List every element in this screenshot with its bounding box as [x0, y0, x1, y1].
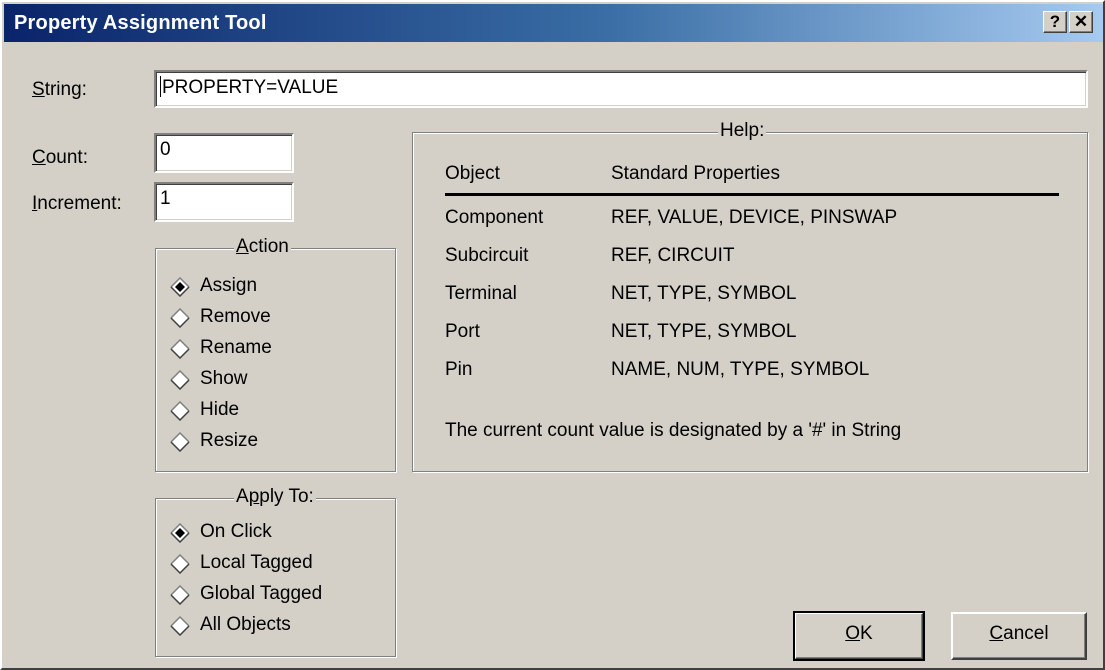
radio-unselected-icon	[170, 553, 190, 575]
help-object-cell: Terminal	[445, 283, 517, 304]
help-properties-cell: NET, TYPE, SYMBOL	[611, 321, 797, 342]
radio-label: Rename	[200, 337, 272, 358]
close-button[interactable]: ✕	[1069, 11, 1093, 33]
text-caret	[160, 76, 161, 97]
radio-label: Hide	[200, 399, 240, 420]
help-header-object: Object	[445, 163, 500, 184]
help-properties-cell: NET, TYPE, SYMBOL	[611, 283, 797, 304]
help-object-cell: Pin	[445, 359, 473, 380]
action-group: Action Assign Remove Rename Show Hide Resize	[155, 236, 396, 472]
count-label: Count:	[32, 147, 88, 168]
help-properties-cell: NAME, NUM, TYPE, SYMBOL	[611, 359, 870, 380]
radio-label: Show	[200, 368, 248, 389]
radio-unselected-icon	[170, 338, 190, 360]
title-bar[interactable]: Property Assignment Tool ? ✕	[4, 4, 1103, 42]
help-note: The current count value is designated by…	[445, 420, 902, 441]
string-value: PROPERTY=VALUE	[162, 77, 339, 98]
radio-label: Resize	[200, 430, 259, 451]
radio-label: All Objects	[200, 614, 291, 635]
close-icon: ✕	[1073, 12, 1089, 31]
help-object-cell: Component	[445, 207, 544, 228]
count-input[interactable]: 0	[154, 133, 294, 173]
radio-unselected-icon	[170, 307, 190, 329]
help-properties-cell: REF, VALUE, DEVICE, PINSWAP	[611, 207, 898, 228]
ok-button[interactable]: OK	[793, 611, 925, 661]
help-group: Help: Object Standard Properties Compone…	[412, 120, 1088, 472]
ok-label: OK	[845, 623, 873, 644]
string-label: String:	[32, 79, 87, 100]
action-legend: Action	[234, 236, 291, 258]
radio-unselected-icon	[170, 584, 190, 606]
radio-unselected-icon	[170, 615, 190, 637]
apply-to-group: Apply To: On Click Local Tagged Global Tag…	[155, 486, 396, 657]
count-value: 0	[160, 139, 171, 160]
help-title-button[interactable]: ?	[1043, 11, 1067, 33]
help-legend: Help:	[718, 120, 767, 142]
help-header-properties: Standard Properties	[611, 163, 780, 184]
help-object-cell: Subcircuit	[445, 245, 529, 266]
apply-to-legend: Apply To:	[234, 486, 316, 508]
radio-unselected-icon	[170, 400, 190, 422]
radio-unselected-icon	[170, 369, 190, 391]
radio-label: Local Tagged	[200, 552, 313, 573]
radio-selected-icon	[170, 522, 190, 544]
window-title: Property Assignment Tool	[14, 12, 267, 34]
help-properties-cell: REF, CIRCUIT	[611, 245, 735, 266]
string-input[interactable]: PROPERTY=VALUE	[154, 70, 1088, 108]
cancel-label: Cancel	[989, 623, 1049, 644]
radio-label: Global Tagged	[200, 583, 323, 604]
radio-selected-icon	[170, 276, 190, 298]
increment-value: 1	[160, 188, 171, 209]
dialog-window: Property Assignment Tool ? ✕ String: PRO…	[0, 0, 1105, 670]
increment-label: Increment:	[32, 193, 122, 214]
radio-label: Assign	[200, 275, 258, 296]
cancel-button[interactable]: Cancel	[951, 612, 1087, 660]
increment-input[interactable]: 1	[154, 182, 294, 222]
help-header-divider	[445, 193, 1059, 196]
help-object-cell: Port	[445, 321, 480, 342]
radio-label: On Click	[200, 521, 272, 542]
radio-label: Remove	[200, 306, 271, 327]
help-icon: ?	[1049, 12, 1061, 31]
radio-unselected-icon	[170, 431, 190, 453]
